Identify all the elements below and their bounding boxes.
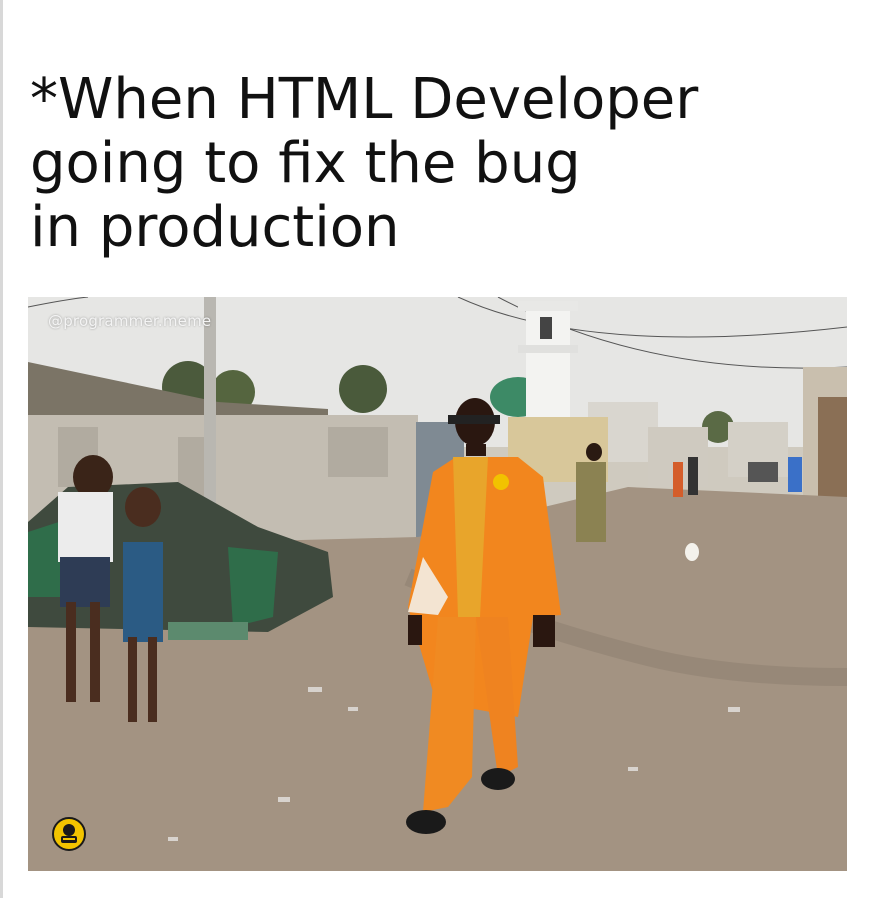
street-scene	[28, 297, 847, 871]
meme-caption: *When HTML Developer going to fix the bu…	[30, 68, 850, 260]
caption-line-3: in production	[30, 195, 400, 260]
programmer-meme-logo-icon	[52, 817, 86, 851]
meme-photo: @programmer.meme	[28, 297, 847, 871]
left-border	[0, 0, 3, 898]
caption-line-1: *When HTML Developer	[30, 67, 699, 132]
caption-line-2: going to fix the bug	[30, 131, 581, 196]
watermark-text: @programmer.meme	[48, 312, 212, 330]
chicken	[685, 543, 699, 561]
